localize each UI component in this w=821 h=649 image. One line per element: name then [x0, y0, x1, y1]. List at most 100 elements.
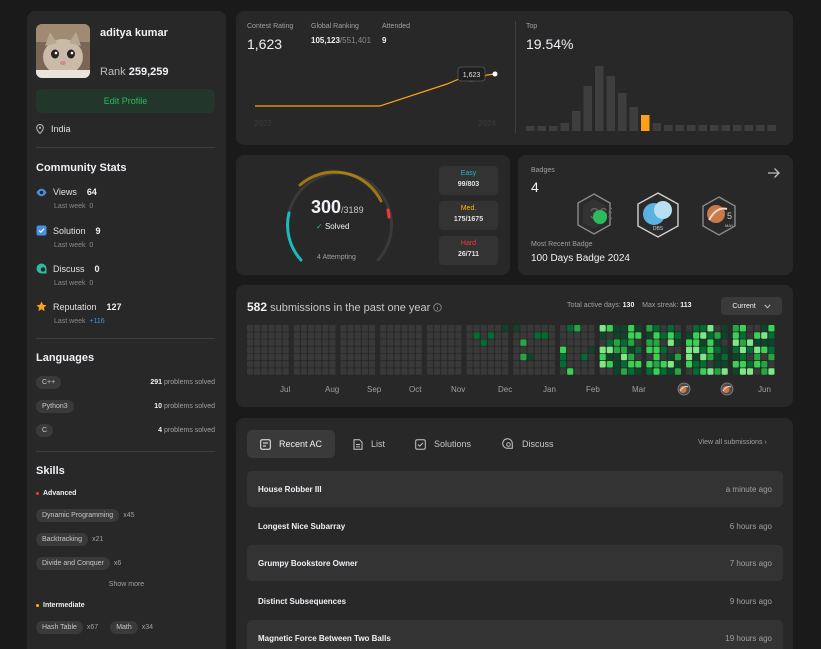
heatmap-cell[interactable] [361, 353, 368, 361]
heatmap-cell[interactable] [768, 339, 775, 346]
heatmap-cell[interactable] [329, 353, 336, 361]
heatmap-cell[interactable] [599, 332, 606, 339]
heatmap-cell[interactable] [754, 346, 761, 354]
heatmap-cell[interactable] [581, 339, 588, 346]
heatmap-cell[interactable] [621, 346, 628, 354]
heatmap-cell[interactable] [441, 353, 448, 361]
heatmap-cell[interactable] [534, 361, 541, 368]
heatmap-cell[interactable] [513, 353, 520, 361]
heatmap-cell[interactable] [347, 332, 354, 339]
heatmap-cell[interactable] [754, 353, 761, 361]
heatmap-cell[interactable] [322, 332, 329, 339]
heatmap-cell[interactable] [448, 339, 455, 346]
heatmap-cell[interactable] [628, 361, 635, 368]
heatmap-cell[interactable] [502, 325, 509, 332]
heatmap-cell[interactable] [455, 346, 462, 354]
histogram-bar[interactable] [526, 126, 535, 131]
heatmap-cell[interactable] [754, 361, 761, 368]
heatmap-cell[interactable] [401, 361, 408, 368]
heatmap-cell[interactable] [426, 332, 433, 339]
histogram-bar[interactable] [733, 125, 742, 131]
heatmap-cell[interactable] [646, 346, 653, 354]
heatmap-cell[interactable] [261, 361, 268, 368]
heatmap-cell[interactable] [293, 361, 300, 368]
heatmap-cell[interactable] [560, 353, 567, 361]
heatmap-cell[interactable] [628, 332, 635, 339]
heatmap-cell[interactable] [340, 368, 347, 375]
heatmap-cell[interactable] [581, 361, 588, 368]
histogram-bar[interactable] [710, 125, 719, 131]
heatmap-cell[interactable] [369, 353, 376, 361]
heatmap-cell[interactable] [322, 346, 329, 354]
heatmap-cell[interactable] [721, 361, 728, 368]
heatmap-cell[interactable] [635, 332, 642, 339]
heatmap-cell[interactable] [606, 325, 613, 332]
heatmap-cell[interactable] [347, 353, 354, 361]
heatmap-cell[interactable] [520, 361, 527, 368]
heatmap-cell[interactable] [408, 346, 415, 354]
heatmap-cell[interactable] [700, 346, 707, 354]
heatmap-cell[interactable] [693, 361, 700, 368]
heatmap-cell[interactable] [480, 368, 487, 375]
heatmap-cell[interactable] [369, 332, 376, 339]
submission-row[interactable]: House Robber III a minute ago [247, 471, 783, 507]
heatmap-cell[interactable] [686, 353, 693, 361]
heatmap-cell[interactable] [653, 346, 660, 354]
heatmap-cell[interactable] [646, 353, 653, 361]
heatmap-cell[interactable] [693, 346, 700, 354]
heatmap-cell[interactable] [347, 339, 354, 346]
heatmap-cell[interactable] [380, 325, 387, 332]
heatmap-cell[interactable] [247, 339, 254, 346]
heatmap-cell[interactable] [613, 332, 620, 339]
heatmap-cell[interactable] [426, 346, 433, 354]
heatmap-cell[interactable] [560, 361, 567, 368]
submission-row[interactable]: Longest Nice Subarray 6 hours ago [247, 508, 783, 544]
heatmap-cell[interactable] [739, 339, 746, 346]
heatmap-cell[interactable] [473, 346, 480, 354]
heatmap-cell[interactable] [707, 353, 714, 361]
heatmap-cell[interactable] [574, 353, 581, 361]
heatmap-cell[interactable] [394, 339, 401, 346]
heatmap-cell[interactable] [473, 332, 480, 339]
heatmap-cell[interactable] [415, 368, 422, 375]
heatmap-cell[interactable] [541, 325, 548, 332]
heatmap-cell[interactable] [487, 361, 494, 368]
heatmap-cell[interactable] [300, 361, 307, 368]
heatmap-cell[interactable] [466, 325, 473, 332]
tab-recent-ac[interactable]: Recent AC [247, 430, 336, 458]
heatmap-cell[interactable] [354, 325, 361, 332]
heatmap-cell[interactable] [254, 325, 261, 332]
heatmap-cell[interactable] [448, 353, 455, 361]
heatmap-cell[interactable] [387, 368, 394, 375]
heatmap-cell[interactable] [527, 361, 534, 368]
heatmap-cell[interactable] [408, 353, 415, 361]
heatmap-cell[interactable] [340, 353, 347, 361]
heatmap-cell[interactable] [275, 325, 282, 332]
heatmap-cell[interactable] [247, 353, 254, 361]
heatmap-cell[interactable] [455, 361, 462, 368]
heatmap-cell[interactable] [361, 339, 368, 346]
heatmap-cell[interactable] [674, 353, 681, 361]
heatmap-cell[interactable] [495, 339, 502, 346]
heatmap-cell[interactable] [520, 332, 527, 339]
heatmap-cell[interactable] [653, 361, 660, 368]
heatmap-cell[interactable] [254, 346, 261, 354]
heatmap-cell[interactable] [466, 332, 473, 339]
heatmap-cell[interactable] [275, 361, 282, 368]
heatmap-cell[interactable] [700, 332, 707, 339]
heatmap-cell[interactable] [434, 361, 441, 368]
heatmap-cell[interactable] [599, 346, 606, 354]
heatmap-cell[interactable] [394, 325, 401, 332]
heatmap-cell[interactable] [732, 353, 739, 361]
heatmap-cell[interactable] [754, 339, 761, 346]
heatmap-cell[interactable] [635, 325, 642, 332]
heatmap-cell[interactable] [254, 361, 261, 368]
heatmap-cell[interactable] [300, 325, 307, 332]
heatmap-cell[interactable] [646, 332, 653, 339]
rating-chart[interactable]: 1,623 2022 2024 [247, 66, 509, 131]
heatmap-cell[interactable] [761, 346, 768, 354]
heatmap-cell[interactable] [495, 353, 502, 361]
heatmap-cell[interactable] [369, 361, 376, 368]
heatmap-cell[interactable] [613, 353, 620, 361]
heatmap-cell[interactable] [329, 339, 336, 346]
